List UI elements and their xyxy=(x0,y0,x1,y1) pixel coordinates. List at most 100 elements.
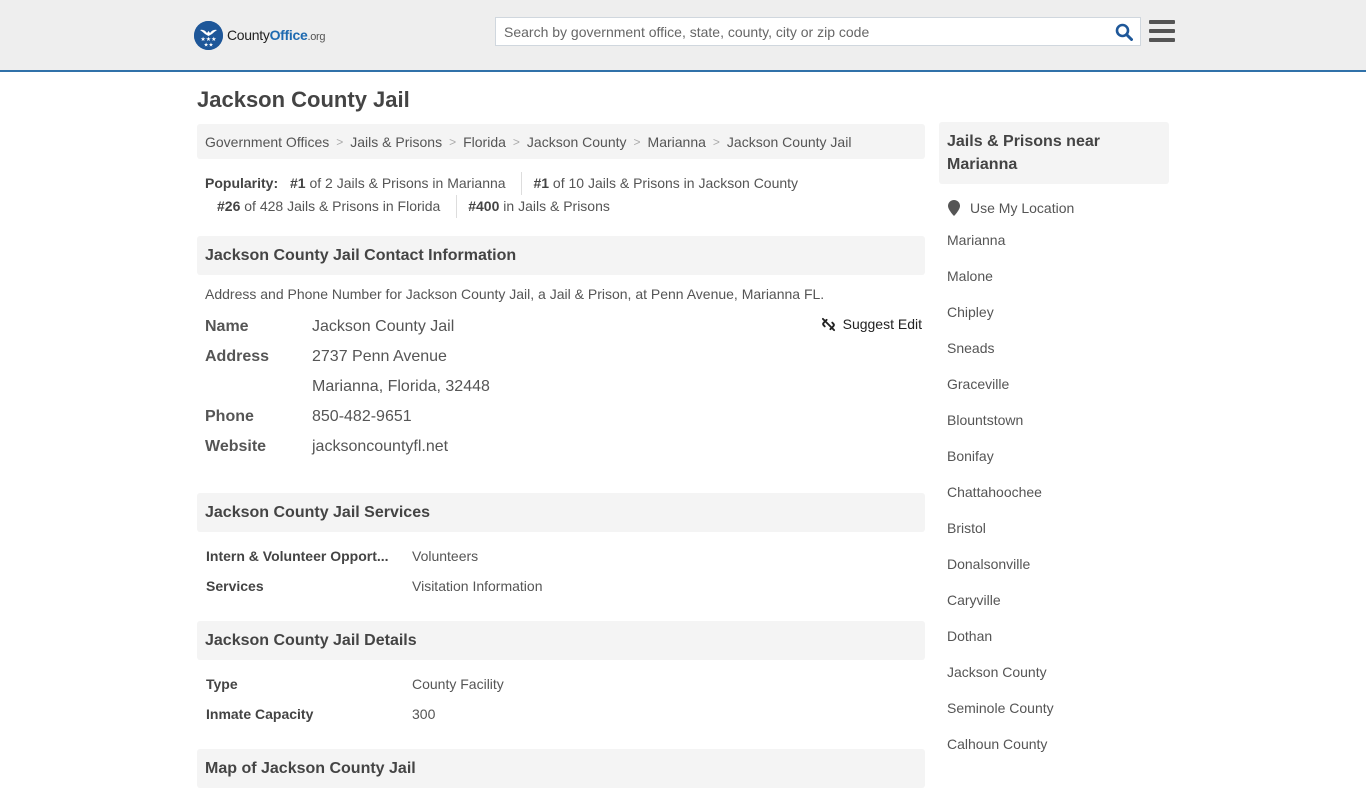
nearby-link[interactable]: Dothan xyxy=(947,628,992,644)
nearby-link[interactable]: Malone xyxy=(947,268,993,284)
breadcrumb-current: Jackson County Jail xyxy=(726,133,852,150)
contact-row-name: Name Jackson County Jail xyxy=(205,312,925,342)
nearby-link[interactable]: Bonifay xyxy=(947,448,994,464)
breadcrumb-separator: > xyxy=(712,134,720,149)
nearby-link[interactable]: Jackson County xyxy=(947,664,1047,680)
nearby-link[interactable]: Seminole County xyxy=(947,700,1054,716)
breadcrumb-separator: > xyxy=(449,134,457,149)
site-header: ★★★ ★★ CountyOffice.org xyxy=(0,0,1366,72)
list-item: Bristol xyxy=(947,510,1169,546)
list-item: Caryville xyxy=(947,582,1169,618)
services-row: Intern & Volunteer Opport... Volunteers xyxy=(206,541,925,571)
details-row: Type County Facility xyxy=(206,669,925,699)
search-button[interactable] xyxy=(1108,18,1140,45)
name-value: Jackson County Jail xyxy=(312,318,455,335)
logo-text: CountyOffice.org xyxy=(227,27,326,43)
breadcrumb-marianna[interactable]: Marianna xyxy=(648,134,706,150)
phone-link[interactable]: 850-482-9651 xyxy=(312,408,412,426)
use-my-location[interactable]: Use My Location xyxy=(939,200,1169,216)
list-item: Bonifay xyxy=(947,438,1169,474)
list-item: Chattahoochee xyxy=(947,474,1169,510)
popularity-rank-state: #26 of 428 Jails & Prisons in Florida xyxy=(217,198,441,214)
name-label: Name xyxy=(205,318,249,335)
breadcrumb-jails-prisons[interactable]: Jails & Prisons xyxy=(350,134,442,150)
contact-row-website: Website jacksoncountyfl.net xyxy=(205,432,925,462)
list-item: Marianna xyxy=(947,222,1169,258)
details-key: Type xyxy=(206,676,238,692)
search-icon xyxy=(1115,23,1133,41)
nearby-link[interactable]: Calhoun County xyxy=(947,736,1047,752)
use-my-location-link[interactable]: Use My Location xyxy=(970,200,1074,216)
suggest-edit[interactable]: Suggest Edit xyxy=(821,316,922,332)
list-item: Donalsonville xyxy=(947,546,1169,582)
nearby-link[interactable]: Bristol xyxy=(947,520,986,536)
list-item: Graceville xyxy=(947,366,1169,402)
nearby-link[interactable]: Chattahoochee xyxy=(947,484,1042,500)
nearby-link[interactable]: Chipley xyxy=(947,304,994,320)
nearby-link[interactable]: Donalsonville xyxy=(947,556,1030,572)
map-section-heading: Map of Jackson County Jail xyxy=(197,749,925,788)
svg-text:★★: ★★ xyxy=(204,42,214,48)
services-table: Intern & Volunteer Opport... Volunteers … xyxy=(197,541,925,601)
services-key: Intern & Volunteer Opport... xyxy=(206,548,389,564)
details-section-heading: Jackson County Jail Details xyxy=(197,621,925,660)
contact-row-address-2: Marianna, Florida, 32448 xyxy=(205,372,925,402)
sidebar-heading: Jails & Prisons near Marianna xyxy=(939,122,1169,184)
website-link[interactable]: jacksoncountyfl.net xyxy=(312,438,448,456)
services-row: Services Visitation Information xyxy=(206,571,925,601)
popularity-label: Popularity: xyxy=(205,175,279,191)
contact-table: Suggest Edit Name Jackson County Jail Ad… xyxy=(197,312,925,462)
search-bar xyxy=(495,17,1141,46)
nearby-link[interactable]: Marianna xyxy=(947,232,1005,248)
contact-row-address: Address 2737 Penn Avenue xyxy=(205,342,925,372)
services-key: Services xyxy=(206,578,264,594)
sidebar: Jails & Prisons near Marianna Use My Loc… xyxy=(939,122,1169,762)
broken-link-icon xyxy=(821,317,835,331)
breadcrumb-separator: > xyxy=(336,134,344,149)
popularity-rankings: Popularity: #1 of 2 Jails & Prisons in M… xyxy=(197,172,925,218)
popularity-rank-city: #1 of 2 Jails & Prisons in Marianna xyxy=(290,175,506,191)
contact-description: Address and Phone Number for Jackson Cou… xyxy=(205,286,825,302)
address-line2: Marianna, Florida, 32448 xyxy=(312,378,490,395)
site-logo[interactable]: ★★★ ★★ CountyOffice.org xyxy=(194,20,326,50)
list-item: Calhoun County xyxy=(947,726,1169,762)
address-label: Address xyxy=(205,348,270,365)
breadcrumb-separator: > xyxy=(633,134,641,149)
popularity-rank-national: #400 in Jails & Prisons xyxy=(456,195,622,218)
contact-section-heading: Jackson County Jail Contact Information xyxy=(197,236,925,275)
breadcrumb-florida[interactable]: Florida xyxy=(463,134,506,150)
services-value: Visitation Information xyxy=(412,578,543,594)
details-table: Type County Facility Inmate Capacity 300 xyxy=(197,669,925,729)
main-content: Government Offices > Jails & Prisons > F… xyxy=(197,124,925,788)
contact-row-phone: Phone 850-482-9651 xyxy=(205,402,925,432)
popularity-rank-county: #1 of 10 Jails & Prisons in Jackson Coun… xyxy=(521,172,810,195)
services-value: Volunteers xyxy=(412,548,479,564)
list-item: Sneads xyxy=(947,330,1169,366)
list-item: Chipley xyxy=(947,294,1169,330)
page-title: Jackson County Jail xyxy=(197,87,410,112)
list-item: Malone xyxy=(947,258,1169,294)
search-input[interactable] xyxy=(496,18,1108,45)
hamburger-menu-icon[interactable] xyxy=(1149,19,1175,43)
services-section-heading: Jackson County Jail Services xyxy=(197,493,925,532)
list-item: Jackson County xyxy=(947,654,1169,690)
address-line1: 2737 Penn Avenue xyxy=(312,348,447,365)
phone-label: Phone xyxy=(205,408,254,425)
breadcrumb-separator: > xyxy=(512,134,520,149)
details-value: County Facility xyxy=(412,676,504,692)
list-item: Blountstown xyxy=(947,402,1169,438)
breadcrumb-government-offices[interactable]: Government Offices xyxy=(205,134,329,150)
nearby-list: Marianna Malone Chipley Sneads Gracevill… xyxy=(939,222,1169,762)
details-key: Inmate Capacity xyxy=(206,706,314,722)
nearby-link[interactable]: Sneads xyxy=(947,340,994,356)
nearby-link[interactable]: Blountstown xyxy=(947,412,1023,428)
list-item: Dothan xyxy=(947,618,1169,654)
breadcrumb-jackson-county[interactable]: Jackson County xyxy=(527,134,627,150)
details-value: 300 xyxy=(412,706,436,722)
suggest-edit-link[interactable]: Suggest Edit xyxy=(843,316,922,332)
nearby-link[interactable]: Graceville xyxy=(947,376,1009,392)
nearby-link[interactable]: Caryville xyxy=(947,592,1001,608)
details-row: Inmate Capacity 300 xyxy=(206,699,925,729)
breadcrumb: Government Offices > Jails & Prisons > F… xyxy=(197,124,925,159)
list-item: Seminole County xyxy=(947,690,1169,726)
